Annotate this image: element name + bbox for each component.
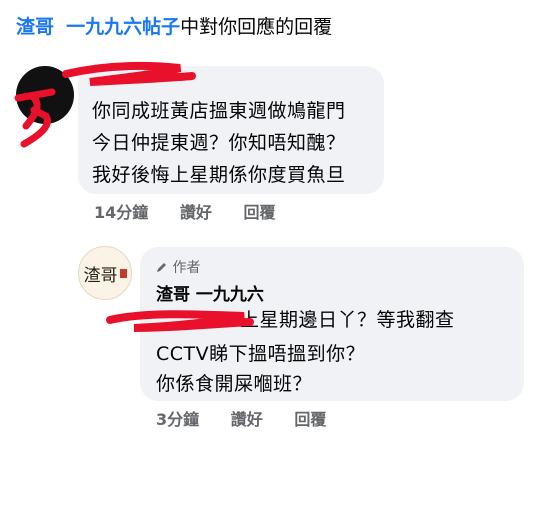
reply-actions: 3分鐘 讚好 回覆 — [156, 406, 352, 430]
comment-line-1: 你同成班黃店搵東週做鳩龍門 — [92, 100, 346, 122]
post-link[interactable]: 一九九六帖子 — [66, 16, 180, 38]
comment-reply-button[interactable]: 回覆 — [243, 203, 275, 222]
comment-like-button[interactable]: 讚好 — [180, 203, 212, 222]
reply-like-button[interactable]: 讚好 — [231, 410, 263, 429]
comment-line-2: 今日仲提東週？你知唔知醜？ — [92, 132, 346, 154]
pencil-icon — [157, 263, 166, 272]
comment-actions: 14分鐘 讚好 回覆 — [94, 199, 301, 223]
author-avatar[interactable]: 渣哥 — [78, 246, 132, 300]
author-badge: 作者 — [156, 257, 200, 277]
reply-time: 3分鐘 — [156, 410, 200, 429]
reply-line-2: CCTV睇下搵唔搵到你？ — [156, 343, 366, 365]
reply-line-3: 你係食開屎嗰班？ — [156, 373, 313, 395]
user-link[interactable]: 渣哥 — [16, 16, 54, 38]
header-suffix: 中對你回應的回覆 — [180, 16, 333, 38]
reply-reply-button[interactable]: 回覆 — [294, 410, 326, 429]
redaction-scribble-reply — [106, 310, 254, 332]
author-name[interactable]: 渣哥 一九九六 — [156, 280, 264, 305]
redaction-scribble-name — [62, 62, 196, 86]
seal-icon — [119, 268, 127, 278]
reply-line-1: 上星期邊日丫？等我翻查 — [240, 309, 455, 331]
comment-time: 14分鐘 — [94, 203, 149, 222]
author-badge-label: 作者 — [172, 260, 201, 276]
notification-header: 渣哥 一九九六帖子中對你回應的回覆 — [16, 12, 332, 39]
comment-line-3: 我好後悔上星期係你度買魚旦 — [92, 164, 346, 186]
avatar-text: 渣哥 — [83, 265, 118, 286]
